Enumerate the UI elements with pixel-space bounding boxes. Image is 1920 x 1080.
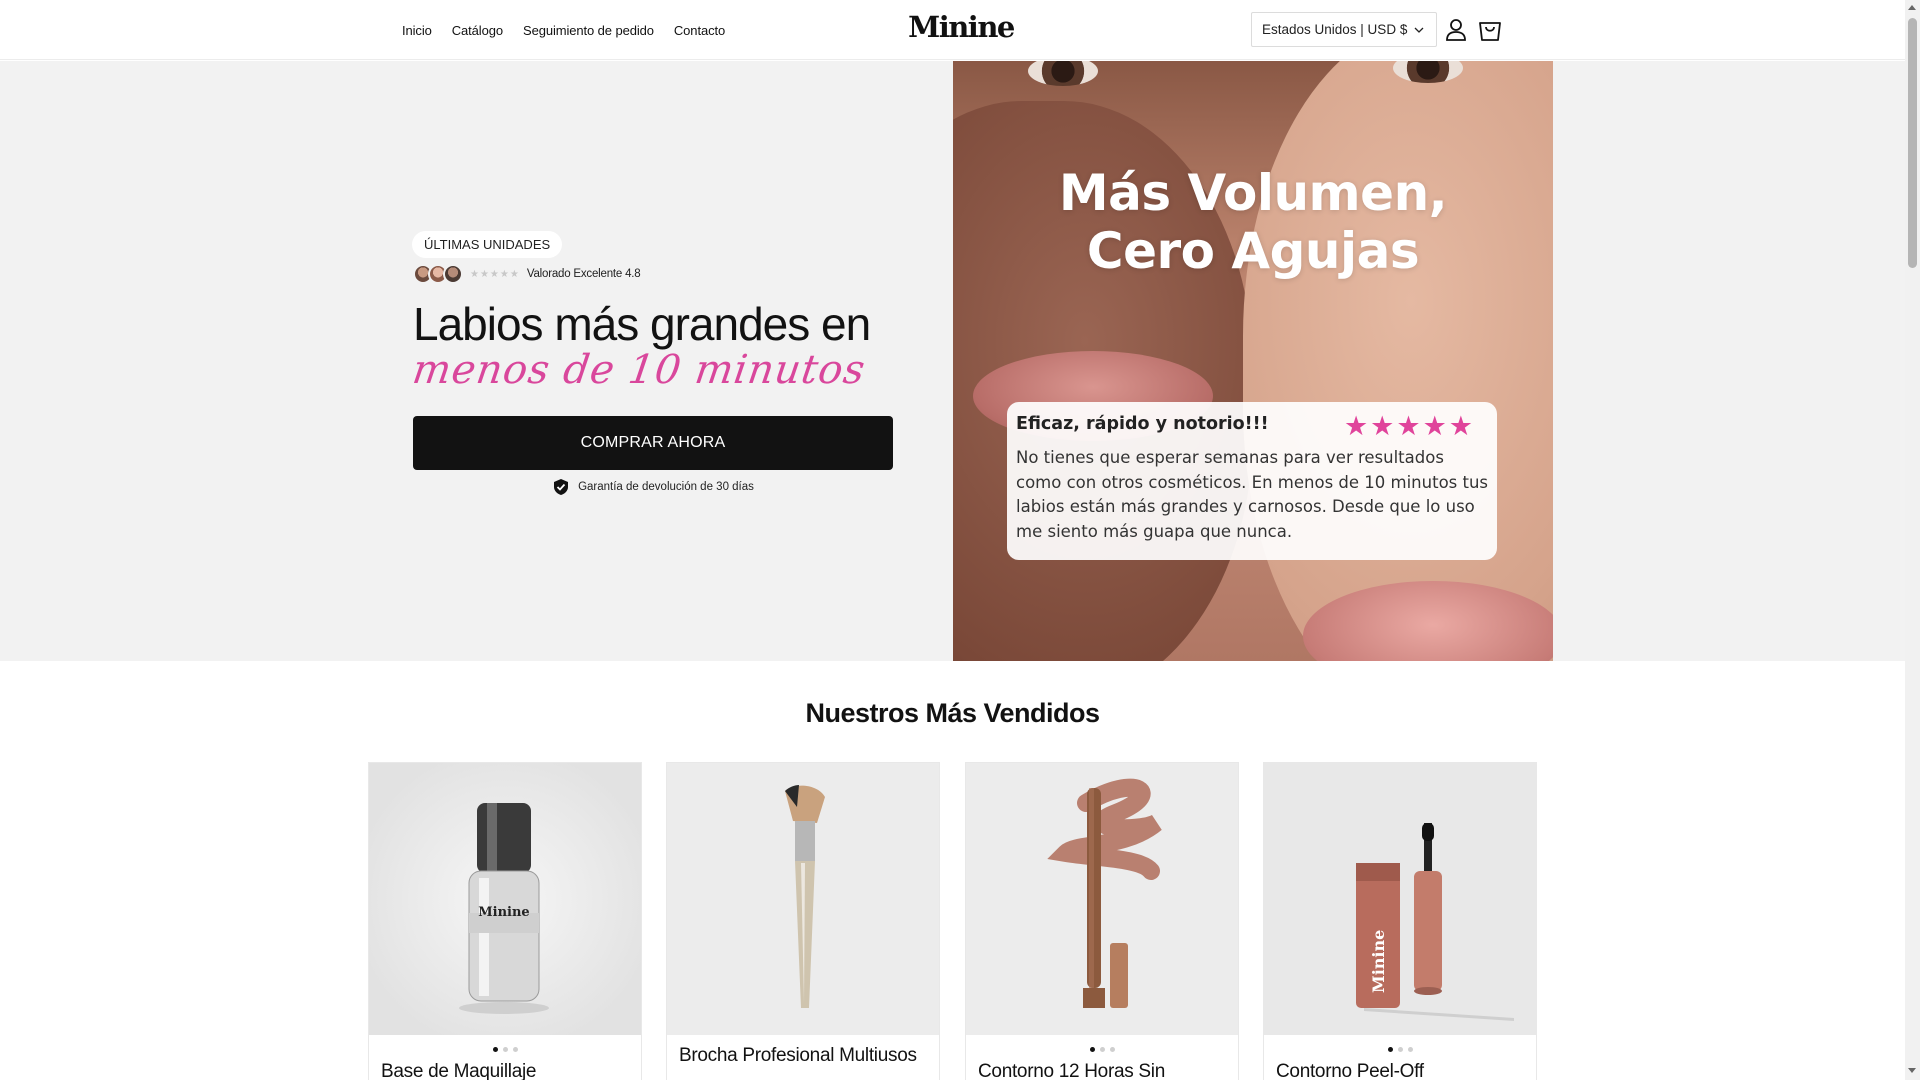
product-image[interactable]: Minine [1264, 763, 1536, 1035]
carousel-dot[interactable] [512, 1047, 518, 1052]
product-image[interactable]: Minine [369, 763, 641, 1035]
rating-stars: ★★★★★ [470, 268, 520, 280]
site-header: Inicio Catálogo Seguimiento de pedido Co… [0, 0, 1905, 60]
image-carousel-dots[interactable] [369, 1047, 641, 1052]
hero-text-block: ÚLTIMAS UNIDADES ★★★★★ Valorado Excelent… [409, 231, 893, 496]
hero-image: Más Volumen, Cero Agujas Eficaz, rápido … [953, 61, 1553, 661]
country-currency-selector[interactable]: Estados Unidos | USD $ [1251, 12, 1437, 47]
carousel-dot[interactable] [1109, 1047, 1115, 1052]
customer-avatars [413, 264, 463, 284]
avatar [443, 264, 463, 284]
hero-image-title-line2: Cero Agujas [1086, 222, 1420, 280]
product-card[interactable]: Contorno 12 Horas Sin [965, 762, 1239, 1080]
bestsellers-title: Nuestros Más Vendidos [805, 698, 1100, 728]
image-carousel-dots[interactable] [1264, 1047, 1536, 1052]
rating-row: ★★★★★ Valorado Excelente 4.8 [413, 262, 893, 286]
product-image[interactable] [966, 763, 1238, 1035]
stock-badge: ÚLTIMAS UNIDADES [412, 231, 563, 258]
shield-check-icon [554, 479, 569, 495]
carousel-dot[interactable] [1099, 1047, 1105, 1052]
nav-contacto[interactable]: Contacto [674, 23, 725, 38]
country-selector-label: Estados Unidos | USD $ [1262, 22, 1408, 37]
nav-seguimiento-pedido[interactable]: Seguimiento de pedido [523, 23, 654, 38]
main-nav: Inicio Catálogo Seguimiento de pedido Co… [402, 0, 745, 60]
tube-brand-label: Minine [1369, 930, 1388, 993]
product-card[interactable]: Brocha Profesional Multiusos [666, 762, 940, 1080]
shop-now-button[interactable]: COMPRAR AHORA [413, 416, 893, 470]
product-name[interactable]: Contorno Peel-Off [1276, 1061, 1424, 1080]
hero-image-title: Más Volumen, Cero Agujas [953, 164, 1553, 280]
product-name[interactable]: Base de Maquillaje [381, 1061, 536, 1080]
carousel-dot[interactable] [1407, 1047, 1413, 1052]
scroll-down-arrow[interactable] [1908, 1068, 1916, 1073]
makeup-brush-image [785, 785, 825, 1008]
page-scrollbar[interactable] [1905, 0, 1920, 1080]
chevron-down-icon [1414, 27, 1424, 33]
scroll-up-arrow[interactable] [1908, 5, 1916, 10]
product-card[interactable]: Minine Base de Maquillaje [368, 762, 642, 1080]
nav-inicio[interactable]: Inicio [402, 23, 432, 38]
review-body: No tienes que esperar semanas para ver r… [1016, 448, 1489, 541]
foundation-bottle-image: Minine [459, 803, 549, 1014]
hero-banner: ÚLTIMAS UNIDADES ★★★★★ Valorado Excelent… [0, 61, 1905, 661]
product-name[interactable]: Contorno 12 Horas Sin [978, 1061, 1165, 1080]
review-card: Eficaz, rápido y notorio!!! ★★★★★ No tie… [1007, 402, 1497, 560]
product-image[interactable] [667, 763, 939, 1035]
carousel-dot[interactable] [1397, 1047, 1403, 1052]
hero-image-eye [1028, 61, 1098, 86]
guarantee-text: Garantía de devolución de 30 días [578, 481, 754, 493]
product-name[interactable]: Brocha Profesional Multiusos [679, 1045, 917, 1067]
review-stars: ★★★★★ [1343, 411, 1475, 441]
nav-catalogo[interactable]: Catálogo [452, 23, 503, 38]
hero-headline-script: menos de 10 minutos [409, 347, 869, 393]
site-logo[interactable]: Minine [906, 10, 1016, 44]
carousel-dot[interactable] [1387, 1047, 1393, 1052]
contour-stick-image [1047, 778, 1162, 1008]
image-carousel-dots[interactable] [966, 1047, 1238, 1052]
rating-text: Valorado Excelente 4.8 [526, 268, 641, 280]
hero-image-face-right [1243, 61, 1553, 661]
hero-headline: Labios más grandes en [413, 298, 871, 350]
product-card[interactable]: Minine Contorno Peel-Off [1263, 762, 1537, 1080]
carousel-dot[interactable] [1089, 1047, 1095, 1052]
account-icon[interactable] [1442, 16, 1470, 44]
page: Inicio Catálogo Seguimiento de pedido Co… [0, 0, 1905, 1080]
bottle-brand-label: Minine [478, 905, 529, 920]
guarantee-note: Garantía de devolución de 30 días [413, 478, 893, 496]
peel-off-tube-image: Minine [1356, 823, 1514, 1021]
carousel-dot[interactable] [502, 1047, 508, 1052]
carousel-dot[interactable] [492, 1047, 498, 1052]
scrollbar-thumb[interactable] [1908, 18, 1917, 268]
cart-icon[interactable] [1476, 16, 1504, 44]
hero-image-title-line1: Más Volumen, [1058, 164, 1448, 222]
